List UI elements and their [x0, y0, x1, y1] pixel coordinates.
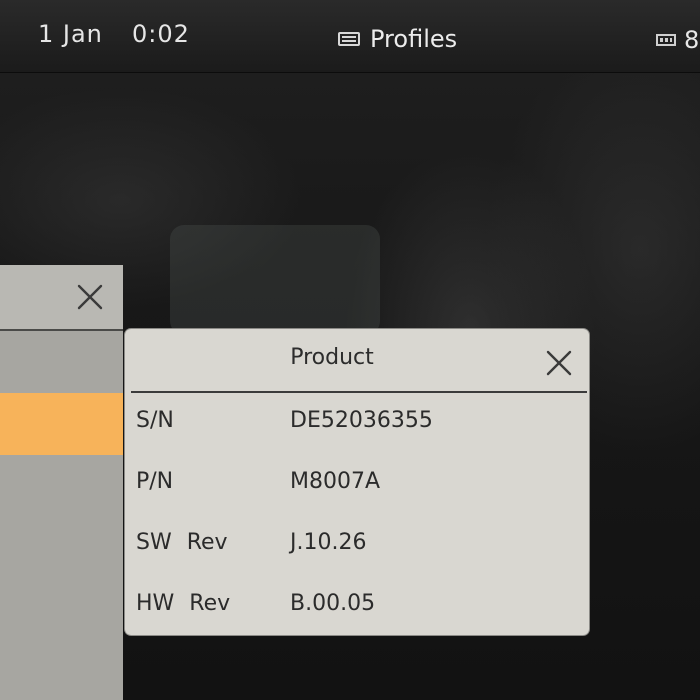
- status-bar: 1 Jan 0:02 Profiles 8: [0, 0, 700, 73]
- battery-icon: [656, 34, 676, 46]
- background-dialog: [0, 265, 123, 700]
- info-row-part-number: P/N M8007A: [125, 463, 589, 503]
- info-label: P/N: [136, 469, 174, 494]
- product-dialog: Product S/N DE52036355 P/N M8007A SW Rev…: [125, 329, 589, 635]
- close-icon[interactable]: [545, 349, 573, 377]
- info-row-serial-number: S/N DE52036355: [125, 402, 589, 442]
- close-icon[interactable]: [76, 283, 104, 311]
- info-label: S/N: [136, 408, 174, 433]
- info-value: DE52036355: [290, 408, 433, 433]
- screen-reflection: [170, 225, 380, 335]
- monitor-screen: 1 Jan 0:02 Profiles 8 Product S/N DE5203…: [0, 0, 700, 700]
- battery-status[interactable]: 8: [656, 26, 699, 54]
- info-label: SW Rev: [136, 530, 228, 555]
- divider: [131, 391, 587, 393]
- background-dialog-header: [0, 265, 123, 331]
- dialog-title: Product: [290, 345, 374, 370]
- info-row-software-revision: SW Rev J.10.26: [125, 524, 589, 564]
- info-value: M8007A: [290, 469, 381, 494]
- profiles-button[interactable]: Profiles: [338, 24, 457, 54]
- info-label: HW Rev: [136, 591, 231, 616]
- info-value: J.10.26: [290, 530, 367, 555]
- selected-list-item[interactable]: [0, 393, 123, 455]
- status-date: 1 Jan: [38, 20, 103, 48]
- battery-text: 8: [684, 26, 700, 54]
- status-time[interactable]: 0:02: [132, 20, 190, 48]
- profiles-label: Profiles: [370, 25, 458, 53]
- info-row-hardware-revision: HW Rev B.00.05: [125, 585, 589, 625]
- profiles-icon: [338, 32, 360, 46]
- info-value: B.00.05: [290, 591, 376, 616]
